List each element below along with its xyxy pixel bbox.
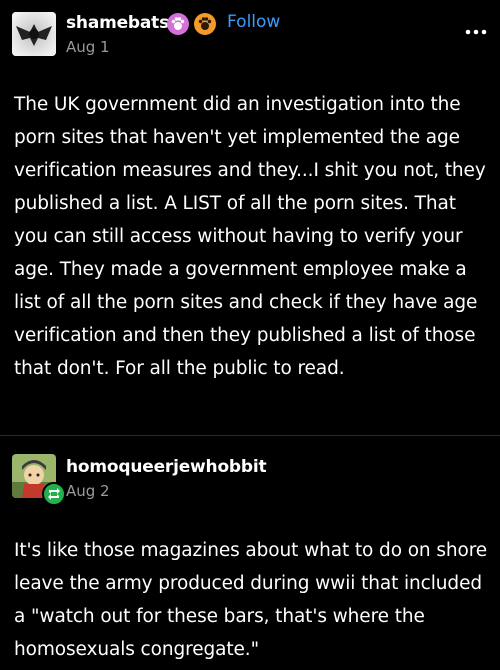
post-date[interactable]: Aug 2 [66,482,110,500]
post-2: homoqueerjewhobbit Aug 2 It's like those… [0,436,500,670]
username[interactable]: shamebats [66,13,169,33]
paw-badge-icon[interactable] [167,13,189,35]
username[interactable]: homoqueerjewhobbit [66,457,267,477]
more-options-icon[interactable] [464,22,488,35]
post-body: The UK government did an investigation i… [14,94,486,379]
reblog-icon [42,482,66,506]
paw-badge-icon-2[interactable] [194,13,216,35]
avatar-shamebats[interactable] [12,12,56,56]
post-body: It's like those magazines about what to … [14,540,488,660]
post-1: shamebats Follow Aug 1 The UK government [0,0,500,436]
post-date[interactable]: Aug 1 [66,38,110,56]
follow-button[interactable]: Follow [227,12,280,32]
